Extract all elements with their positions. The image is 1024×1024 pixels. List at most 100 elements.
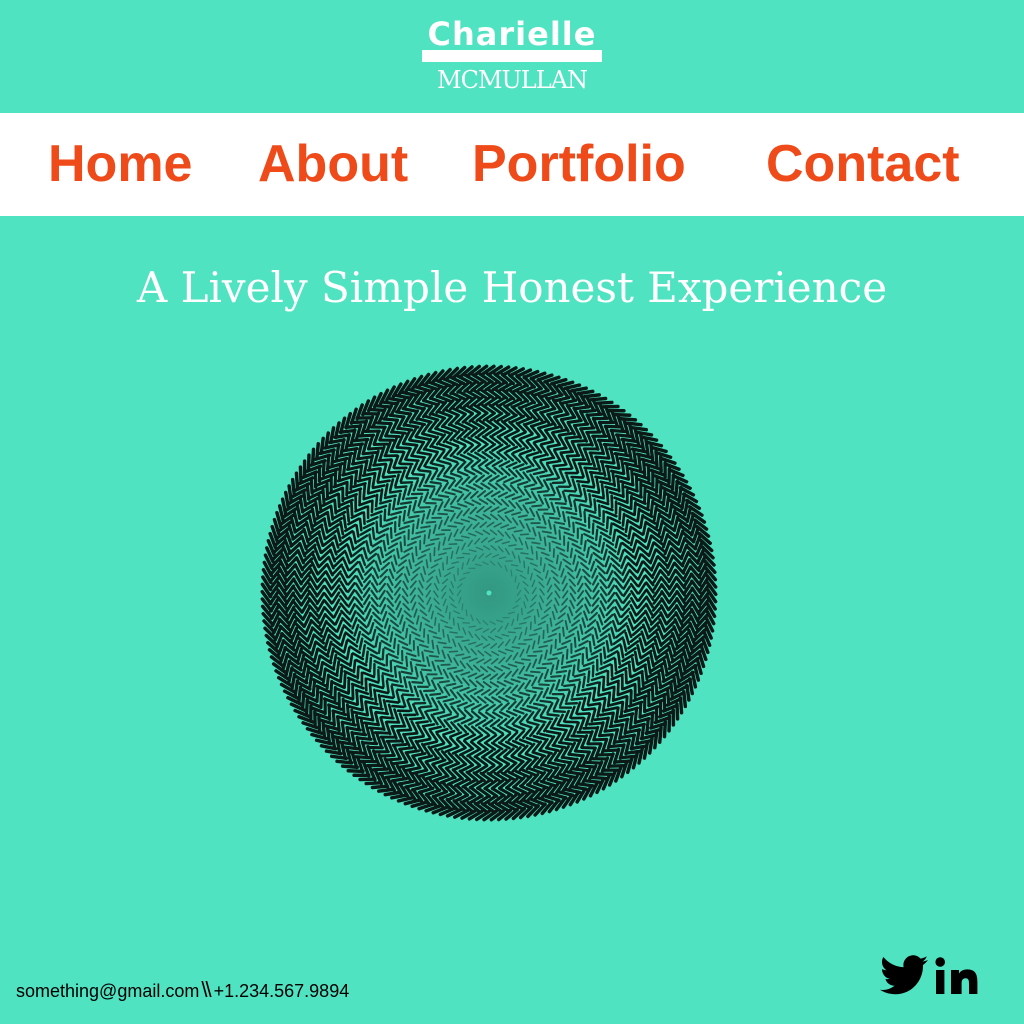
illusion-dash (672, 675, 678, 693)
illusion-dash (384, 434, 401, 439)
illusion-dash (390, 418, 400, 434)
illusion-dash (351, 448, 358, 465)
illusion-dash (462, 552, 471, 555)
illusion-dash (611, 472, 617, 488)
illusion-dash (630, 657, 636, 672)
op-art-spiral-image (260, 364, 718, 822)
illusion-dash (405, 458, 420, 463)
illusion-dash (356, 736, 373, 741)
illusion-dash (589, 396, 608, 402)
illusion-dash (576, 630, 581, 642)
illusion-dash (531, 504, 543, 508)
illusion-dash (437, 744, 452, 751)
nav-item-about[interactable]: About (258, 113, 408, 216)
illusion-dash (465, 609, 468, 617)
illusion-dash (594, 455, 610, 460)
twitter-icon[interactable] (880, 955, 928, 997)
illusion-dash (588, 721, 604, 726)
illusion-dash (386, 459, 394, 474)
illusion-dash (624, 695, 629, 711)
illusion-dash (367, 407, 386, 412)
illusion-dash (396, 796, 415, 803)
illusion-dash (405, 496, 418, 500)
illusion-dash (376, 479, 391, 484)
illusion-dash (564, 737, 580, 742)
illusion-dash (401, 442, 417, 447)
illusion-dash (332, 653, 338, 669)
illusion-dash (541, 662, 553, 666)
illusion-dash (551, 743, 567, 749)
illusion-dash (304, 698, 309, 716)
illusion-dash (398, 763, 415, 769)
linkedin-icon[interactable] (934, 956, 982, 996)
illusion-dash (410, 734, 425, 740)
illusion-dash (654, 451, 673, 459)
illusion-dash (309, 477, 314, 495)
illusion-dash (552, 709, 567, 714)
illusion-dash (346, 769, 365, 774)
email-link[interactable]: something@gmail.com (16, 981, 199, 1001)
illusion-dash (566, 770, 584, 776)
illusion-dash (583, 540, 587, 552)
illusion-dash (377, 641, 382, 655)
illusion-dash (621, 512, 626, 527)
illusion-dash (545, 460, 560, 465)
illusion-dash (619, 700, 625, 717)
illusion-dash (563, 489, 577, 493)
illusion-dash (525, 736, 540, 743)
illusion-dash (346, 507, 351, 523)
nav-item-home[interactable]: Home (48, 113, 192, 216)
illusion-dash (615, 453, 621, 470)
illusion-dash (646, 493, 651, 510)
illusion-center-dot (486, 590, 492, 596)
illusion-dash (555, 670, 568, 674)
illusion-dash (330, 732, 337, 750)
illusion-dash (664, 495, 671, 513)
illusion-dash (511, 646, 521, 649)
site-logo[interactable]: Charielle MCMULLAN (0, 14, 1024, 94)
illusion-dash (649, 712, 655, 730)
illusion-dash (636, 656, 650, 666)
phone-number[interactable]: +1.234.567.9894 (214, 981, 350, 1001)
illusion-dash (428, 429, 444, 437)
illusion-dash (325, 726, 332, 745)
illusion-dash (510, 569, 513, 577)
illusion-dash (362, 483, 367, 499)
illusion-dash (637, 677, 641, 694)
illusion-dash (342, 639, 349, 654)
illusion-dash (435, 533, 446, 536)
illusion-dash (324, 431, 331, 450)
illusion-dash (581, 484, 596, 489)
illusion-dash (572, 664, 576, 677)
illusion-dash (516, 613, 519, 622)
illusion-dash (597, 681, 601, 696)
nav-item-portfolio[interactable]: Portfolio (472, 113, 686, 216)
contact-separator: \\ (201, 977, 211, 1002)
illusion-dash (335, 660, 341, 676)
illusion-dash (421, 432, 437, 439)
illusion-dash (321, 488, 326, 505)
illusion-dash (438, 680, 450, 684)
illusion-dash (341, 697, 346, 714)
illusion-dash (543, 536, 547, 547)
illusion-dash (563, 683, 576, 688)
illusion-dash (379, 488, 384, 502)
illusion-dash (405, 655, 409, 668)
illusion-dash (411, 768, 428, 775)
illusion-dash (588, 640, 592, 653)
illusion-dash (385, 679, 390, 694)
illusion-dash (393, 637, 397, 650)
illusion-dash (411, 472, 426, 477)
illusion-dash (342, 514, 348, 529)
illusion-dash (397, 426, 414, 432)
illusion-dash (417, 417, 433, 424)
illusion-dash (384, 422, 393, 438)
nav-item-contact[interactable]: Contact (766, 113, 960, 216)
illusion-dash (588, 451, 605, 455)
illusion-dash (415, 720, 429, 725)
illusion-dash (385, 757, 403, 762)
illusion-dash (680, 655, 687, 673)
illusion-dash (546, 443, 562, 449)
illusion-dash (665, 652, 672, 669)
illusion-dash (567, 516, 571, 528)
